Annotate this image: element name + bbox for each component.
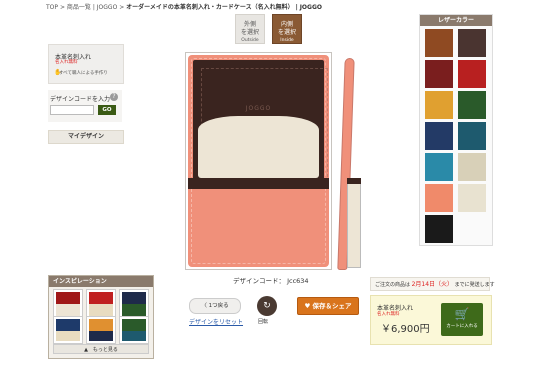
card-case-preview: JOGGO — [188, 55, 329, 267]
shipping-notice: ご注文の商品は 2月14日（火） までに発送します — [370, 277, 495, 291]
color-swatch[interactable] — [425, 60, 453, 88]
color-swatch[interactable] — [425, 91, 453, 119]
brand-logo: JOGGO — [245, 105, 272, 112]
case-card-pocket[interactable] — [198, 116, 319, 178]
breadcrumb-sep: | — [295, 4, 298, 11]
case-side-pocket — [347, 178, 361, 268]
breadcrumb-brand[interactable]: JOGGO — [97, 4, 118, 11]
ship-prefix: ご注文の商品は — [375, 282, 411, 288]
rotate-label: 回転 — [258, 319, 269, 325]
breadcrumb-brand2: JOGGO — [299, 4, 322, 11]
outside-en: Outside — [241, 38, 259, 43]
price-free-badge: 名入れ無料 — [377, 312, 400, 317]
outside-sub: を選択 — [240, 29, 259, 36]
ship-date: 2月14日（火） — [411, 281, 454, 288]
color-swatch[interactable] — [425, 184, 453, 212]
breadcrumb-home[interactable]: TOP — [46, 4, 58, 11]
go-button[interactable]: GO — [98, 105, 116, 115]
cart-label: カートに入れる — [446, 324, 478, 329]
design-code-input[interactable] — [50, 105, 94, 115]
more-button[interactable]: ▲ もっと見る — [53, 344, 149, 354]
save-share-button[interactable]: ♥ 保存＆シェア — [297, 297, 359, 315]
breadcrumb-sep: > — [59, 4, 65, 11]
design-code-value: Jcc634 — [287, 277, 309, 285]
product-info-panel: 本革名刺入れ 名入れ無料 ✋ すべて職人による手作り — [48, 44, 124, 84]
case-side-band — [347, 178, 361, 184]
color-swatch[interactable] — [425, 29, 453, 57]
inside-toggle[interactable]: 内側 を選択 Inside — [272, 14, 302, 44]
inside-sub: を選択 — [277, 29, 296, 36]
free-engraving-badge: 名入れ無料 — [55, 60, 78, 65]
color-swatch[interactable] — [458, 91, 486, 119]
inspiration-thumb[interactable] — [119, 316, 149, 344]
inspiration-thumb[interactable] — [86, 316, 116, 344]
inspiration-thumb[interactable] — [119, 289, 149, 319]
cart-icon: 🛒 — [454, 307, 470, 321]
inspiration-thumb[interactable] — [53, 316, 83, 344]
color-swatch[interactable] — [425, 215, 453, 243]
breadcrumb-current: オーダーメイドの本革名刺入れ・カードケース（名入れ無料） — [126, 4, 294, 11]
add-to-cart-button[interactable]: 🛒 カートに入れる — [441, 303, 483, 336]
color-swatch[interactable] — [458, 122, 486, 150]
color-swatch[interactable] — [425, 122, 453, 150]
inspiration-panel: インスピレーション ▲ もっと見る — [48, 275, 154, 359]
my-design-button[interactable]: マイデザイン — [48, 130, 124, 144]
breadcrumb-sep: | — [92, 4, 95, 11]
help-icon[interactable]: ? — [110, 93, 118, 101]
price-box: 本革名刺入れ 名入れ無料 ￥6,900円 🛒 カートに入れる — [370, 295, 492, 345]
design-code-label: デザインコードを入力 — [50, 96, 111, 103]
handmade-text: すべて職人による手作り — [59, 71, 108, 76]
rotate-icon[interactable]: ↻ — [257, 296, 277, 316]
breadcrumb-list[interactable]: 商品一覧 — [67, 4, 91, 11]
breadcrumb-sep: > — [119, 4, 125, 11]
design-code-panel: デザインコードを入力 ? GO — [48, 90, 122, 122]
color-swatch[interactable] — [458, 184, 486, 212]
case-band[interactable] — [188, 178, 329, 189]
outside-toggle[interactable]: 外側 を選択 Outside — [235, 14, 265, 44]
price-value: ￥6,900円 — [381, 324, 430, 335]
ship-suffix: までに発送します — [454, 282, 495, 288]
color-swatch[interactable] — [458, 29, 486, 57]
inspiration-thumb[interactable] — [86, 289, 116, 319]
color-swatch[interactable] — [458, 60, 486, 88]
inspiration-thumb[interactable] — [53, 289, 83, 319]
outside-label: 外側 — [243, 21, 256, 28]
undo-button[interactable]: 〈 1つ戻る — [189, 298, 241, 314]
reset-design-link[interactable]: デザインをリセット — [189, 317, 243, 326]
inside-label: 内側 — [280, 21, 293, 28]
palette-title: レザーカラー — [420, 15, 492, 26]
design-code-display: デザインコード： Jcc634 — [233, 275, 309, 285]
design-code-display-label: デザインコード： — [233, 277, 285, 285]
inspiration-title: インスピレーション — [49, 276, 153, 287]
color-swatch[interactable] — [425, 153, 453, 181]
inside-en: Inside — [280, 38, 294, 43]
leather-color-palette: レザーカラー — [419, 14, 493, 246]
breadcrumb: TOP > 商品一覧 | JOGGO > オーダーメイドの本革名刺入れ・カードケ… — [46, 2, 322, 11]
color-swatch[interactable] — [458, 153, 486, 181]
